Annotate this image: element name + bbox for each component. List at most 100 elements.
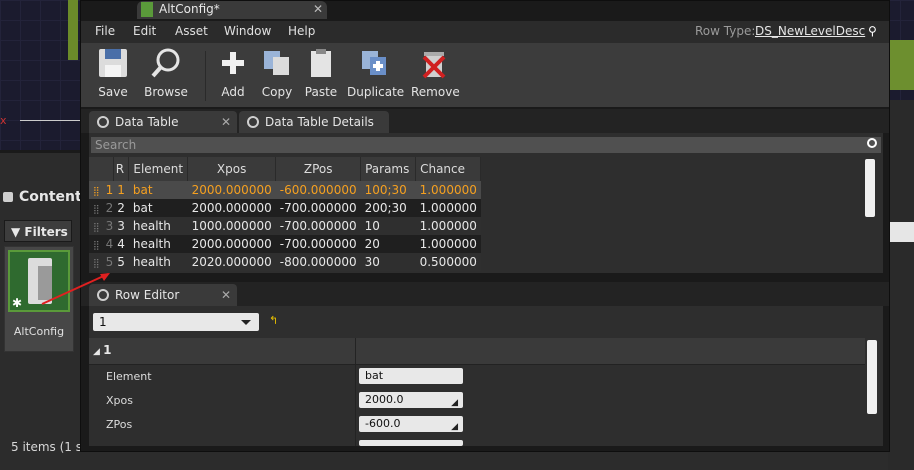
search-input[interactable]: Search [91, 137, 881, 153]
menu-file[interactable]: File [95, 24, 115, 38]
cell-zpos[interactable]: -800.000000 [275, 253, 361, 271]
duplicate-button[interactable]: Duplicate [347, 47, 404, 103]
row-type-link[interactable]: DS_NewLevelDesc [755, 24, 865, 38]
xpos-field[interactable]: 2000.0 ◢ [359, 392, 463, 408]
remove-button[interactable]: Remove [411, 47, 460, 103]
spin-arrows-icon: ◢ [451, 398, 458, 408]
vertical-scrollbar[interactable] [865, 159, 875, 217]
drag-handle-icon[interactable]: ⣿ [93, 223, 100, 233]
menu-asset[interactable]: Asset [175, 24, 208, 38]
column-header-params[interactable]: Params [360, 157, 417, 181]
cell-element[interactable]: bat [128, 199, 188, 217]
cell-chance[interactable]: 1.000000 [415, 181, 481, 199]
drag-handle-icon[interactable]: ⣿ [93, 241, 100, 251]
table-row[interactable]: ⣿ 1 1 bat 2000.000000 -600.000000 100;30 1.0000… [89, 181, 481, 199]
cell-xpos[interactable]: 2020.000000 [187, 253, 276, 271]
cell-element[interactable]: health [128, 217, 188, 235]
cell-chance[interactable]: 1.000000 [415, 217, 481, 235]
row-type-label: Row Type: [695, 24, 756, 38]
cell-element[interactable]: health [128, 235, 188, 253]
cell-zpos[interactable]: -700.000000 [275, 217, 361, 235]
filters-button[interactable]: ▼ Filters ▼ [4, 220, 72, 261]
row-name[interactable]: 1 [113, 181, 129, 199]
cell-params[interactable]: 30 [360, 253, 416, 271]
browse-button[interactable]: Browse [143, 47, 189, 103]
column-header-xpos[interactable]: Xpos [187, 157, 277, 181]
row-select-dropdown[interactable]: 1 [93, 313, 259, 331]
duplicate-icon [358, 47, 390, 79]
cell-zpos[interactable]: -700.000000 [275, 235, 361, 253]
category-row[interactable]: ◢ 1 [89, 338, 865, 365]
cell-params[interactable]: 200;30 [360, 199, 416, 217]
row-name[interactable]: 3 [113, 217, 129, 235]
column-header-row[interactable]: R [113, 157, 130, 181]
tab-label: Row Editor [115, 288, 180, 302]
row-handle[interactable]: ⣿ 4 [89, 235, 114, 253]
column-header-chance[interactable]: Chance [415, 157, 482, 181]
reset-arrow-icon[interactable]: ↰ [269, 314, 278, 327]
table-row[interactable]: ⣿ 5 5 health 2020.000000 -800.000000 30 0.50000… [89, 253, 481, 271]
row-name[interactable]: 4 [113, 235, 129, 253]
cell-chance[interactable]: 0.500000 [415, 253, 481, 271]
remove-icon [418, 47, 450, 79]
cell-zpos[interactable]: -700.000000 [275, 199, 361, 217]
element-field[interactable]: bat [359, 368, 463, 384]
data-table-editor-window: AltConfig* ✕ File Edit Asset Window Help… [80, 0, 890, 452]
drag-handle-icon[interactable]: ⣿ [93, 205, 100, 215]
cell-params[interactable]: 100;30 [360, 181, 416, 199]
cell-xpos[interactable]: 1000.000000 [187, 217, 276, 235]
asset-name: AltConfig [13, 325, 65, 338]
row-handle[interactable]: ⣿ 1 [89, 181, 114, 199]
params-field[interactable] [359, 440, 463, 446]
menu-help[interactable]: Help [288, 24, 315, 38]
background-input [888, 222, 914, 242]
cell-params[interactable]: 10 [360, 217, 416, 235]
copy-label: Copy [261, 85, 293, 99]
cell-element[interactable]: bat [128, 181, 188, 199]
cell-chance[interactable]: 1.000000 [415, 235, 481, 253]
tab-data-table[interactable]: Data Table ✕ [89, 111, 237, 133]
chevron-down-icon [241, 320, 251, 325]
close-icon[interactable]: ✕ [221, 111, 231, 133]
table-row[interactable]: ⣿ 2 2 bat 2000.000000 -700.000000 200;30 1.0000… [89, 199, 481, 217]
tab-data-table-details[interactable]: Data Table Details [239, 111, 389, 133]
cell-chance[interactable]: 1.000000 [415, 199, 481, 217]
cell-params[interactable]: 20 [360, 235, 416, 253]
drag-handle-icon[interactable]: ⣿ [93, 187, 100, 197]
table-row[interactable]: ⣿ 4 4 health 2000.000000 -700.000000 20 1.00000… [89, 235, 481, 253]
magnifier-icon [97, 116, 109, 128]
cell-xpos[interactable]: 2000.000000 [187, 199, 276, 217]
save-button[interactable]: Save [95, 47, 131, 103]
search-icon [867, 138, 877, 148]
close-icon[interactable]: ✕ [313, 2, 323, 16]
row-handle[interactable]: ⣿ 3 [89, 217, 114, 235]
add-button[interactable]: Add [217, 47, 249, 103]
category-label: ◢ 1 [93, 343, 112, 357]
table-row[interactable]: ⣿ 3 3 health 1000.000000 -700.000000 10 1.00000… [89, 217, 481, 235]
paste-button[interactable]: Paste [303, 47, 339, 103]
viewport-object [68, 0, 78, 60]
document-tab-altconfig[interactable]: AltConfig* ✕ [137, 1, 327, 19]
cell-xpos[interactable]: 2000.000000 [187, 181, 276, 199]
row-index: 3 [105, 219, 114, 233]
copy-button[interactable]: Copy [259, 47, 295, 103]
menu-edit[interactable]: Edit [133, 24, 156, 38]
filters-label: Filters [24, 225, 68, 239]
row-handle[interactable]: ⣿ 2 [89, 199, 114, 217]
zpos-field[interactable]: -600.0 ◢ [359, 416, 463, 432]
menu-window[interactable]: Window [224, 24, 271, 38]
save-icon [97, 47, 129, 79]
row-name[interactable]: 2 [113, 199, 129, 217]
save-label: Save [98, 85, 128, 99]
content-folder-icon [3, 192, 13, 202]
column-header-zpos[interactable]: ZPos [275, 157, 362, 181]
data-table-panel: Search R Element Xpos ZPos Params Chance… [89, 133, 883, 273]
cell-element[interactable]: health [128, 253, 188, 271]
column-header-element[interactable]: Element [128, 157, 189, 181]
annotation-arrow [41, 273, 110, 305]
search-icon[interactable]: ⚲ [868, 24, 877, 38]
cell-xpos[interactable]: 2000.000000 [187, 235, 276, 253]
vertical-scrollbar[interactable] [867, 340, 877, 414]
cell-zpos[interactable]: -600.000000 [275, 181, 361, 199]
close-icon[interactable]: ✕ [221, 284, 231, 306]
